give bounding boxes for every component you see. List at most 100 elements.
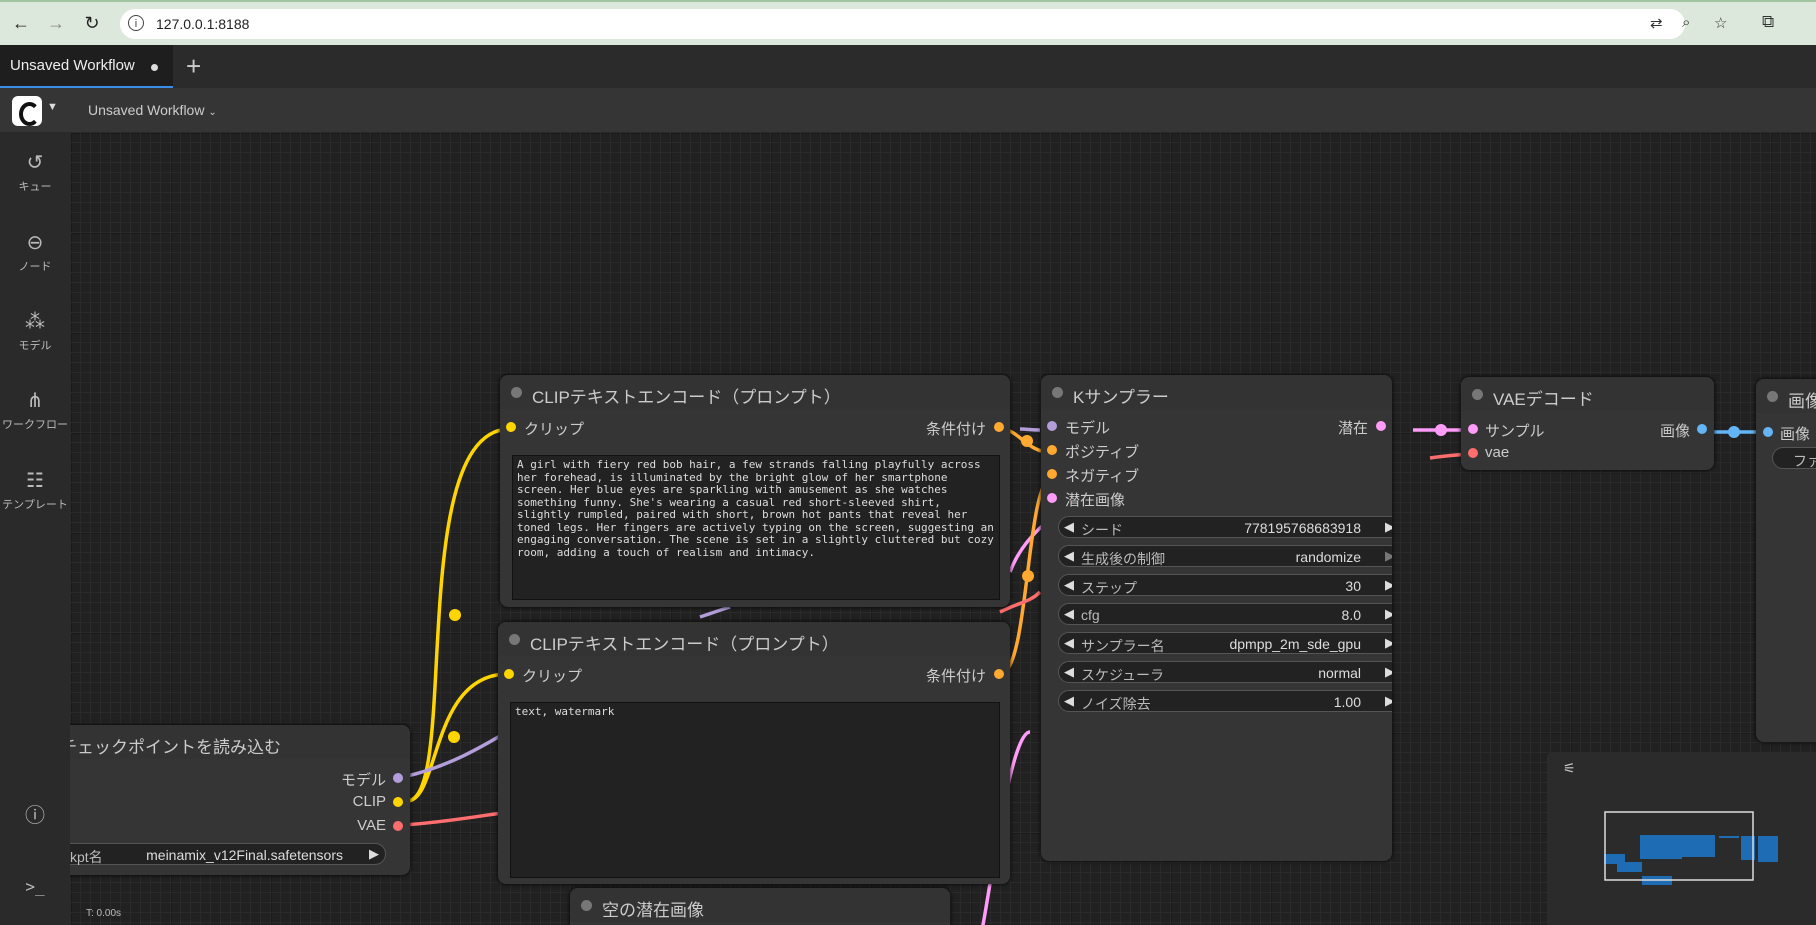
output-slot-dot[interactable] [994, 422, 1004, 432]
sidebar: ↺ キュー ⊖ ノード ⁂ モデル ⋔ ワークフロー ☷ テンプレート ⓘ >_ [0, 132, 70, 925]
output-slot-dot[interactable] [994, 669, 1004, 679]
sidebar-item-workflows[interactable]: ⋔ ワークフロー [0, 388, 70, 432]
output-slot-dot[interactable] [393, 821, 403, 831]
save-image-node[interactable]: 画像 画像 ファ [1756, 379, 1816, 742]
tab-label: Unsaved Workflow [10, 57, 135, 74]
help-button[interactable]: ⓘ [0, 803, 70, 829]
widget-label: スケジューラ [1081, 667, 1165, 683]
decrement-arrow-icon[interactable]: ◀ [1064, 606, 1074, 622]
sidebar-item-models[interactable]: ⁂ モデル [0, 309, 70, 353]
widget-sampler-name[interactable]: ◀ サンプラー名 dpmpp_2m_sde_gpu ▶ [1058, 632, 1392, 654]
decrement-arrow-icon[interactable]: ◀ [1064, 664, 1074, 680]
prompt-textarea[interactable]: A girl with fiery red bob hair, a few st… [512, 455, 1000, 600]
widget-label: ステップ [1081, 580, 1137, 596]
collapse-dot-icon[interactable] [1052, 387, 1063, 398]
input-slot-dot[interactable] [1047, 445, 1057, 455]
widget-seed[interactable]: ◀ シード 778195768683918 ▶ [1058, 516, 1392, 538]
tab-unsaved-workflow[interactable]: Unsaved Workflow [0, 45, 173, 88]
collapse-dot-icon[interactable] [1472, 389, 1483, 400]
node-header[interactable]: VAEデコード [1461, 377, 1714, 411]
input-slot-dot[interactable] [1047, 493, 1057, 503]
input-slot-dot[interactable] [1468, 448, 1478, 458]
zoom-icon[interactable]: ⌕ [1682, 14, 1690, 31]
increment-arrow-icon[interactable]: ▶ [1385, 548, 1392, 564]
comfy-logo-icon[interactable] [12, 96, 42, 126]
decrement-arrow-icon[interactable]: ◀ [1064, 519, 1074, 535]
widget-steps[interactable]: ◀ ステップ 30 ▶ [1058, 574, 1392, 596]
decrement-arrow-icon[interactable]: ◀ [1064, 635, 1074, 651]
vae-decode-node[interactable]: VAEデコード サンプル vae 画像 [1461, 377, 1714, 470]
site-info-icon[interactable]: i [128, 15, 144, 31]
chevron-down-icon[interactable]: ▼ [47, 101, 58, 113]
decrement-arrow-icon[interactable]: ◀ [1064, 548, 1074, 564]
empty-latent-image-node[interactable]: 空の潜在画像 [570, 888, 950, 925]
increment-arrow-icon[interactable]: ▶ [1385, 519, 1392, 535]
widget-denoise[interactable]: ◀ ノイズ除去 1.00 ▶ [1058, 690, 1392, 712]
input-slot-dot[interactable] [1047, 469, 1057, 479]
sidebar-item-templates[interactable]: ☷ テンプレート [0, 468, 70, 512]
bookmark-star-icon[interactable]: ☆ [1714, 14, 1727, 32]
address-bar[interactable]: i 127.0.0.1:8188 ⇄ ⌕ ☆ [120, 9, 1727, 39]
reload-icon[interactable]: ↻ [80, 11, 104, 35]
clip-text-encode-positive-node[interactable]: CLIPテキストエンコード（プロンプト） クリップ 条件付け A girl wi… [500, 375, 1010, 607]
increment-arrow-icon[interactable]: ▶ [1385, 577, 1392, 593]
output-slot-dot[interactable] [393, 797, 403, 807]
increment-arrow-icon[interactable]: ▶ [1385, 693, 1392, 709]
template-icon: ☷ [26, 470, 44, 492]
node-header[interactable]: Kサンプラー [1041, 375, 1392, 409]
node-header[interactable]: CLIPテキストエンコード（プロンプト） [500, 375, 1010, 409]
forward-arrow-icon[interactable]: → [44, 11, 68, 35]
increment-arrow-icon[interactable]: ▶ [369, 846, 379, 862]
node-header[interactable]: CLIPテキストエンコード（プロンプト） [498, 622, 1010, 656]
new-tab-plus-icon[interactable]: + [186, 51, 201, 82]
widget-scheduler[interactable]: ◀ スケジューラ normal ▶ [1058, 661, 1392, 683]
widget-ckpt-name[interactable]: ckpt名 meinamix_v12Final.safetensors ▶ [70, 843, 386, 865]
node-header[interactable]: 画像 [1756, 379, 1816, 413]
input-slot-dot[interactable] [504, 669, 514, 679]
decrement-arrow-icon[interactable]: ◀ [1064, 693, 1074, 709]
checkpoint-loader-node[interactable]: チェックポイントを読み込む モデル CLIP VAE ckpt名 meinami… [70, 725, 410, 875]
input-slot-model: モデル [1065, 420, 1111, 437]
negative-prompt-textarea[interactable]: text, watermark [510, 702, 1000, 878]
clip-text-encode-negative-node[interactable]: CLIPテキストエンコード（プロンプト） クリップ 条件付け text, wat… [498, 622, 1010, 884]
translate-icon[interactable]: ⇄ [1650, 14, 1663, 32]
increment-arrow-icon[interactable]: ▶ [1385, 635, 1392, 651]
sidebar-item-nodes[interactable]: ⊖ ノード [0, 230, 70, 274]
collapse-dot-icon[interactable] [509, 634, 520, 645]
widget-filename-prefix[interactable]: ファ [1772, 447, 1816, 469]
ksampler-node[interactable]: Kサンプラー モデル ポジティブ ネガティブ 潜在画像 潜在 ◀ シード 77819… [1041, 375, 1392, 861]
output-slot-dot[interactable] [393, 773, 403, 783]
input-slot-dot[interactable] [1047, 421, 1057, 431]
collapse-dot-icon[interactable] [581, 900, 592, 911]
collapse-dot-icon[interactable] [1767, 391, 1778, 402]
decrement-arrow-icon[interactable]: ◀ [1064, 577, 1074, 593]
increment-arrow-icon[interactable]: ▶ [1385, 606, 1392, 622]
widget-cfg[interactable]: ◀ cfg 8.0 ▶ [1058, 603, 1392, 625]
sidebar-item-queue[interactable]: ↺ キュー [0, 150, 70, 194]
widget-control-after-generate[interactable]: ◀ 生成後の制御 randomize ▶ [1058, 545, 1392, 567]
link-midpoint [1435, 424, 1447, 436]
output-slot-dot[interactable] [1697, 424, 1707, 434]
input-slot-dot[interactable] [1468, 424, 1478, 434]
input-slot-samples: サンプル [1485, 423, 1545, 440]
browser-toolbar: ← → ↻ i 127.0.0.1:8188 ⇄ ⌕ ☆ ⧉ [0, 0, 1816, 45]
workflow-name-dropdown[interactable]: Unsaved Workflow ⌄ [88, 102, 217, 118]
widget-label: シード [1081, 522, 1123, 538]
back-arrow-icon[interactable]: ← [9, 11, 33, 35]
increment-arrow-icon[interactable]: ▶ [1385, 664, 1392, 680]
node-header[interactable]: 空の潜在画像 [570, 888, 950, 922]
input-slot-dot[interactable] [506, 422, 516, 432]
output-slot-latent: 潜在 [1337, 420, 1368, 437]
link-model-extra [699, 605, 731, 619]
extensions-icon[interactable]: ⧉ [1762, 12, 1774, 32]
widget-label: サンプラー名 [1081, 638, 1165, 654]
input-slot-dot[interactable] [1763, 427, 1773, 437]
minimap[interactable]: ⚟ [1547, 752, 1816, 925]
collapse-dot-icon[interactable] [511, 387, 522, 398]
terminal-button[interactable]: >_ [0, 874, 70, 900]
node-icon: ⊖ [26, 232, 44, 254]
minimap-preview [1604, 811, 1778, 885]
output-slot-dot[interactable] [1376, 421, 1386, 431]
node-title: チェックポイントを読み込む [70, 738, 281, 757]
node-header[interactable]: チェックポイントを読み込む [70, 725, 410, 759]
